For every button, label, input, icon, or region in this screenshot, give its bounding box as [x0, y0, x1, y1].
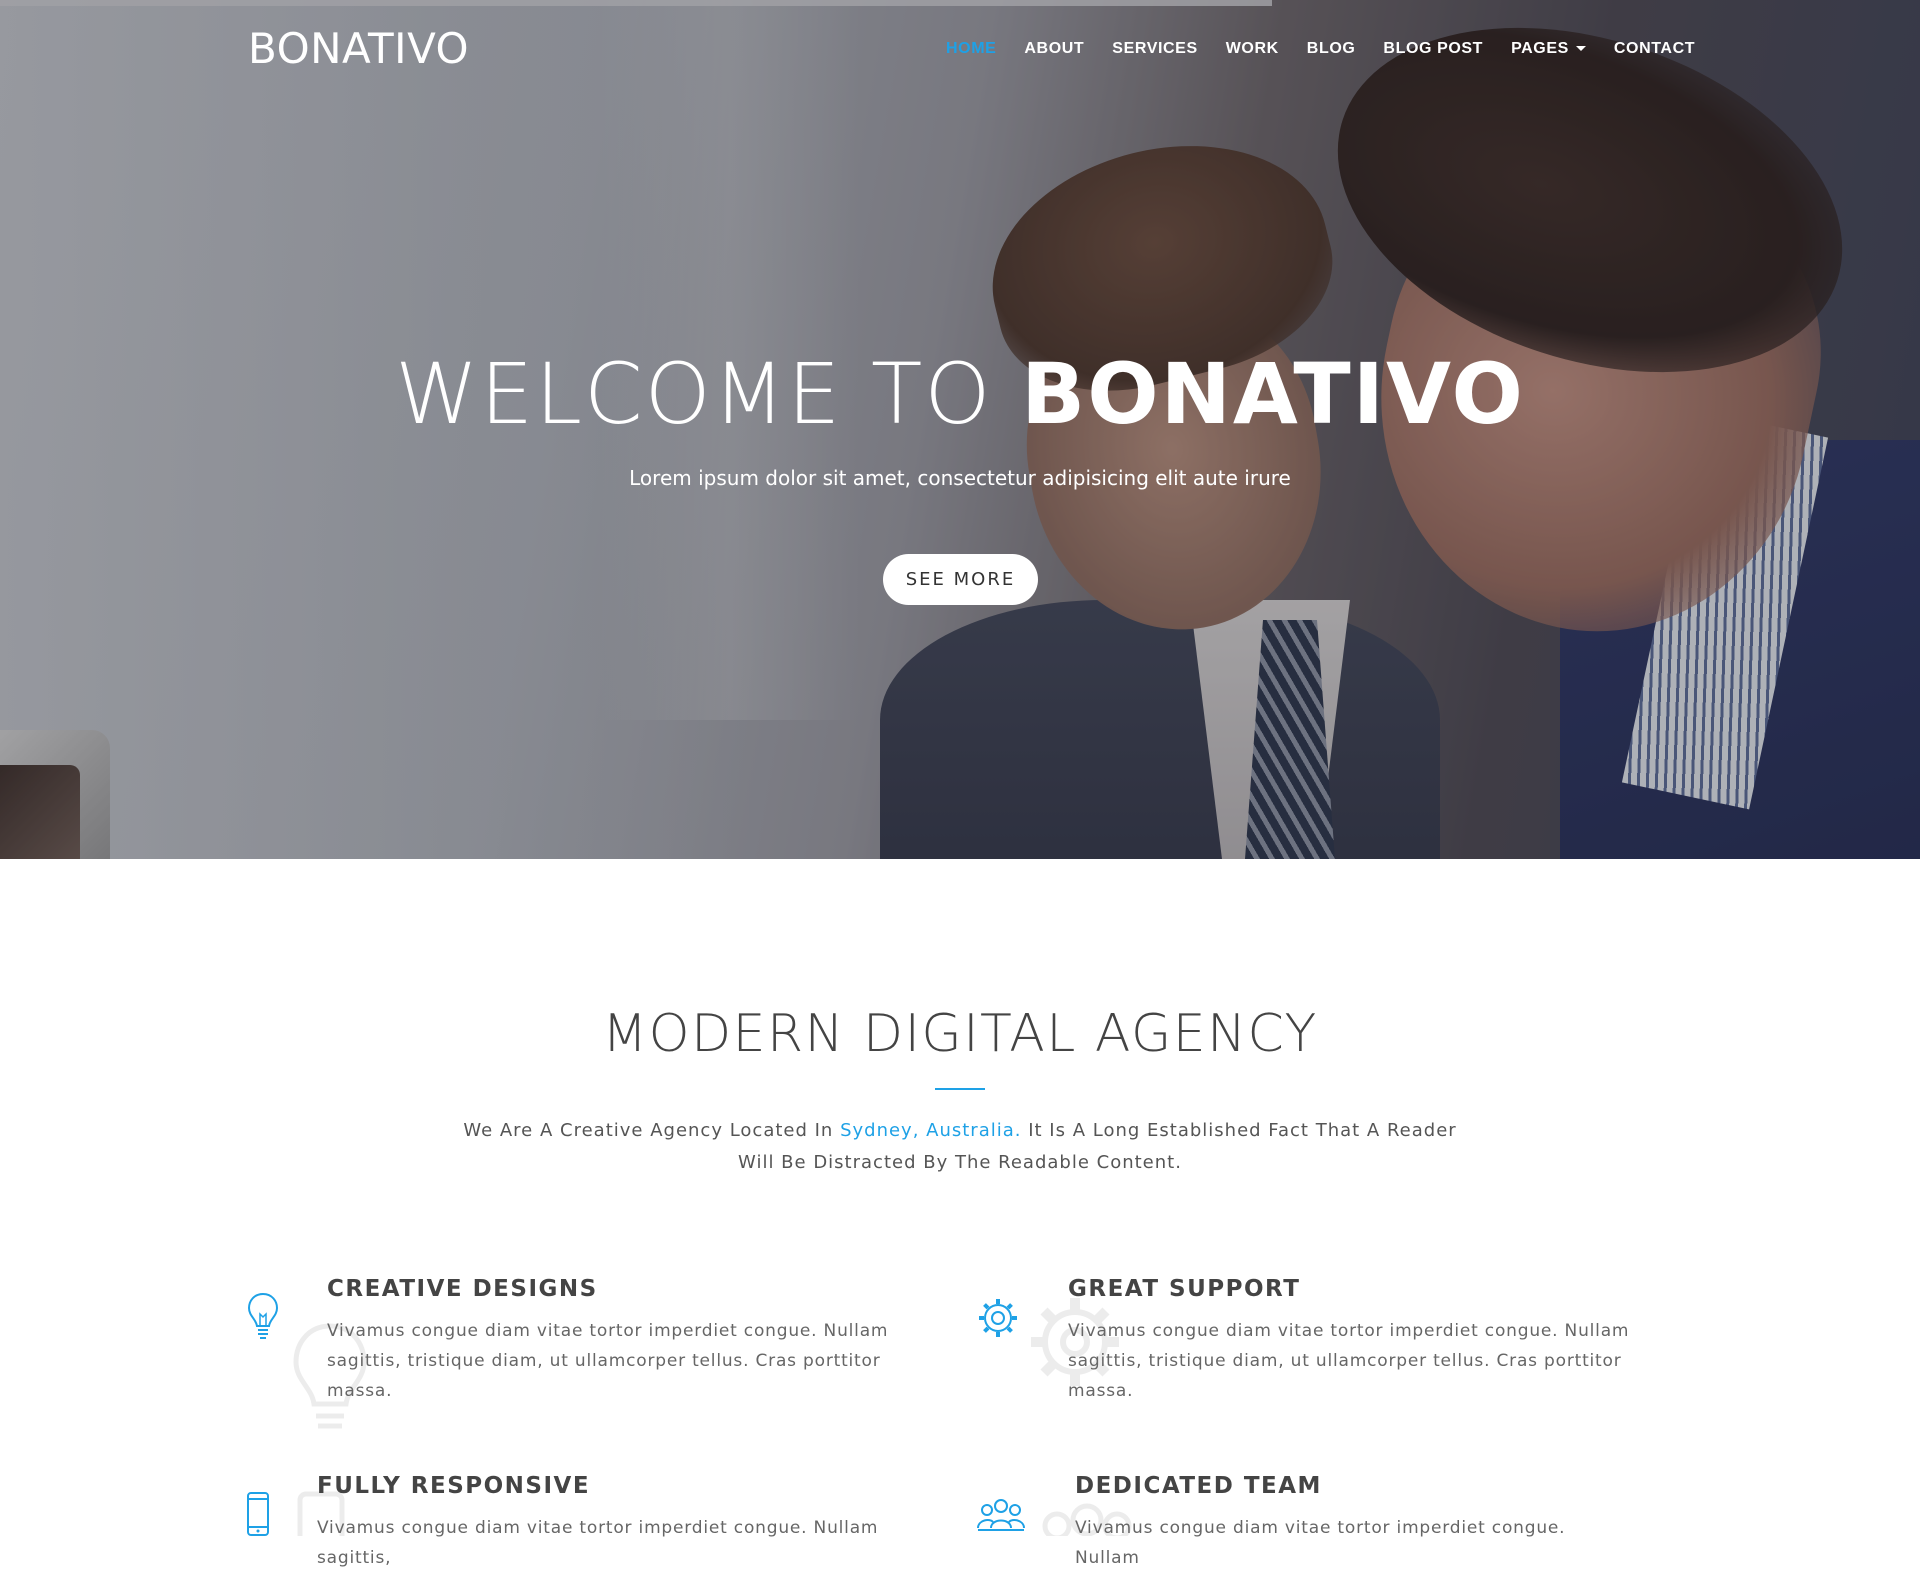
- intro-text: It Is A Long Established Fact That A Rea…: [1021, 1120, 1457, 1141]
- section-title: MODERN DIGITAL AGENCY: [602, 1004, 1318, 1064]
- hero-title-bold: BONATIVO: [1021, 345, 1525, 443]
- section-divider: [935, 1088, 985, 1090]
- see-more-button[interactable]: SEE MORE: [883, 554, 1038, 605]
- site-logo[interactable]: BONATIVO: [248, 24, 469, 73]
- caret-down-icon: [1575, 46, 1586, 52]
- nav-pages[interactable]: PAGES: [1511, 40, 1586, 62]
- nav-about[interactable]: ABOUT: [1024, 40, 1084, 62]
- mobile-icon: [247, 1492, 269, 1536]
- team-icon: [977, 1499, 1025, 1531]
- intro-text: Will Be Distracted By The Readable Conte…: [738, 1152, 1182, 1173]
- feature-title: DEDICATED TEAM: [1075, 1473, 1322, 1499]
- feature-text: Vivamus congue diam vitae tortor imperdi…: [317, 1518, 879, 1568]
- hero-title: WELCOME TO BONATIVO: [0, 345, 1920, 443]
- main-nav: HOME ABOUT SERVICES WORK BLOG BLOG POST …: [946, 40, 1723, 62]
- feature-text: Vivamus congue diam vitae tortor imperdi…: [1075, 1518, 1566, 1568]
- nav-work[interactable]: WORK: [1226, 40, 1279, 62]
- intro-text: We Are A Creative Agency Located In: [463, 1120, 841, 1141]
- page-load-progress: [0, 0, 1272, 6]
- feature-text: Vivamus congue diam vitae tortor imperdi…: [327, 1321, 889, 1401]
- nav-blog-post[interactable]: BLOG POST: [1383, 40, 1483, 62]
- nav-home[interactable]: HOME: [946, 40, 996, 62]
- lightbulb-icon: [247, 1292, 279, 1339]
- feature-title: GREAT SUPPORT: [1068, 1276, 1301, 1302]
- nav-blog[interactable]: BLOG: [1307, 40, 1356, 62]
- nav-pages-label: PAGES: [1511, 40, 1569, 57]
- nav-services[interactable]: SERVICES: [1112, 40, 1197, 62]
- feature-text: Vivamus congue diam vitae tortor imperdi…: [1068, 1321, 1630, 1401]
- gear-icon: [979, 1299, 1017, 1337]
- nav-contact[interactable]: CONTACT: [1614, 40, 1695, 62]
- feature-title: FULLY RESPONSIVE: [317, 1473, 591, 1499]
- location-link[interactable]: Sydney, Australia.: [840, 1120, 1021, 1141]
- hero-title-light: WELCOME TO: [395, 345, 1022, 443]
- section-intro: We Are A Creative Agency Located In Sydn…: [460, 1115, 1460, 1179]
- hero-subtitle: Lorem ipsum dolor sit amet, consectetur …: [629, 466, 1291, 490]
- feature-title: CREATIVE DESIGNS: [327, 1276, 598, 1302]
